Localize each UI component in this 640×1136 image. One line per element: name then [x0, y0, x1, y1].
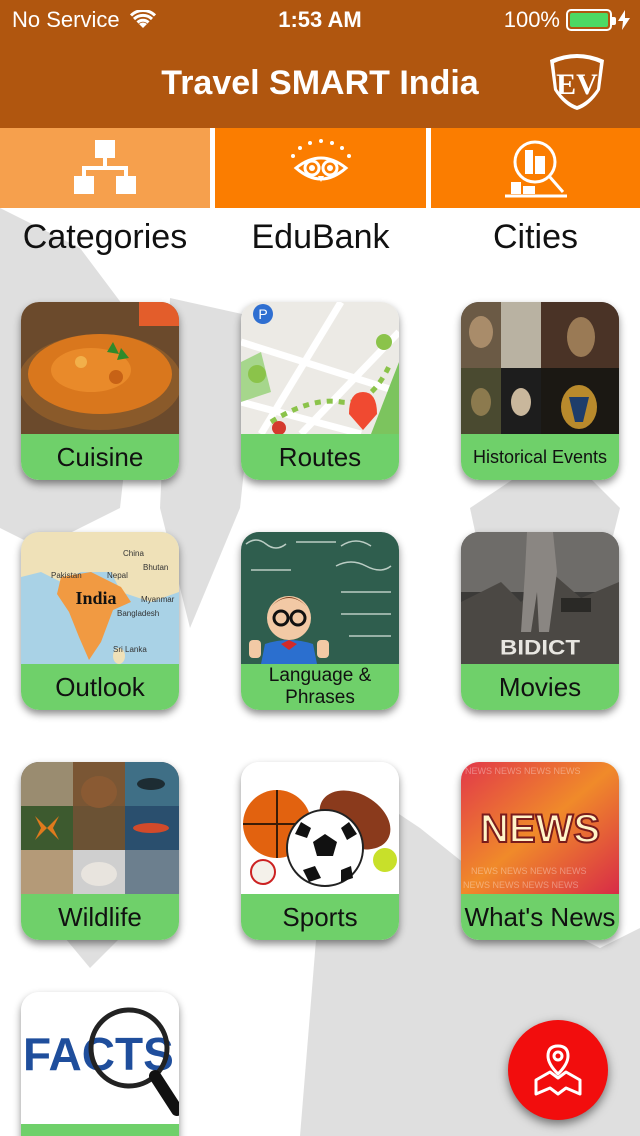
owl-icon: [290, 139, 351, 182]
charging-icon: [618, 10, 630, 30]
category-card-outlook[interactable]: India China Pakistan Nepal Bhutan Myanma…: [21, 532, 179, 710]
movies-label: Movies: [461, 664, 619, 710]
tab-cities[interactable]: [431, 128, 640, 208]
svg-text:Sri Lanka: Sri Lanka: [113, 645, 147, 654]
svg-text:Pakistan: Pakistan: [51, 571, 82, 580]
historical-events-label: Historical Events: [461, 434, 619, 480]
map-pin-icon: [534, 1044, 582, 1096]
facts-label: [21, 1124, 179, 1136]
tab-categories[interactable]: [0, 128, 210, 208]
top-navigation: [0, 128, 640, 208]
tab-edubank-label[interactable]: EduBank: [215, 218, 426, 257]
svg-text:Myanmar: Myanmar: [141, 595, 175, 604]
svg-text:China: China: [123, 549, 144, 558]
tab-categories-label[interactable]: Categories: [0, 218, 210, 257]
svg-text:Nepal: Nepal: [107, 571, 128, 580]
svg-text:EV: EV: [556, 68, 598, 101]
category-card-movies[interactable]: BIDICT Movies: [461, 532, 619, 710]
ev-logo-icon[interactable]: EV: [546, 50, 608, 112]
historical-events-image: [461, 302, 619, 434]
language-chalkboard-image: [241, 532, 399, 664]
category-card-whats-news[interactable]: NEWS NEWS NEWS NEWS NEWS NEWS NEWS NEWS …: [461, 762, 619, 940]
map-route-fab-button[interactable]: [508, 1020, 608, 1120]
svg-text:Bhutan: Bhutan: [143, 563, 168, 572]
category-card-routes[interactable]: P Routes: [241, 302, 399, 480]
app-title: Travel SMART India: [161, 64, 479, 102]
routes-map-image: P: [241, 302, 399, 434]
tab-edubank[interactable]: [215, 128, 426, 208]
outlook-label: Outlook: [21, 664, 179, 710]
cuisine-label: Cuisine: [21, 434, 179, 480]
hierarchy-icon: [74, 140, 136, 194]
svg-text:NEWS NEWS NEWS NEWS: NEWS NEWS NEWS NEWS: [471, 866, 587, 876]
svg-text:BIDICT: BIDICT: [500, 635, 580, 660]
wildlife-label: Wildlife: [21, 894, 179, 940]
facts-magnifier-image: FACTS: [21, 992, 179, 1124]
wildlife-collage-image: [21, 762, 179, 894]
movies-poster-image: BIDICT: [461, 532, 619, 664]
category-card-facts[interactable]: FACTS: [21, 992, 179, 1136]
category-card-cuisine[interactable]: Cuisine: [21, 302, 179, 480]
news-image: NEWS NEWS NEWS NEWS NEWS NEWS NEWS NEWS …: [461, 762, 619, 894]
outlook-map-image: India China Pakistan Nepal Bhutan Myanma…: [21, 532, 179, 664]
svg-text:P: P: [258, 306, 267, 322]
status-bar: No Service 1:53 AM 100%: [0, 0, 640, 40]
sports-label: Sports: [241, 894, 399, 940]
app-header: No Service 1:53 AM 100% Travel SMART Ind…: [0, 0, 640, 128]
cuisine-image: [21, 302, 179, 434]
svg-text:Bangladesh: Bangladesh: [117, 609, 159, 618]
routes-label: Routes: [241, 434, 399, 480]
tab-cities-label[interactable]: Cities: [431, 218, 640, 257]
language-phrases-label: Language & Phrases: [241, 664, 399, 710]
category-card-historical-events[interactable]: Historical Events: [461, 302, 619, 480]
battery-percent: 100%: [503, 7, 560, 32]
city-search-icon: [504, 140, 567, 198]
category-card-sports[interactable]: Sports: [241, 762, 399, 940]
svg-text:NEWS: NEWS: [480, 807, 600, 851]
battery-icon: [566, 9, 616, 31]
sports-balls-image: [241, 762, 399, 894]
svg-text:NEWS NEWS NEWS NEWS: NEWS NEWS NEWS NEWS: [465, 766, 581, 776]
svg-text:NEWS NEWS NEWS NEWS: NEWS NEWS NEWS NEWS: [463, 880, 579, 890]
whats-news-label: What's News: [461, 894, 619, 940]
svg-text:India: India: [75, 588, 116, 608]
category-card-wildlife[interactable]: Wildlife: [21, 762, 179, 940]
category-card-language-phrases[interactable]: Language & Phrases: [241, 532, 399, 710]
